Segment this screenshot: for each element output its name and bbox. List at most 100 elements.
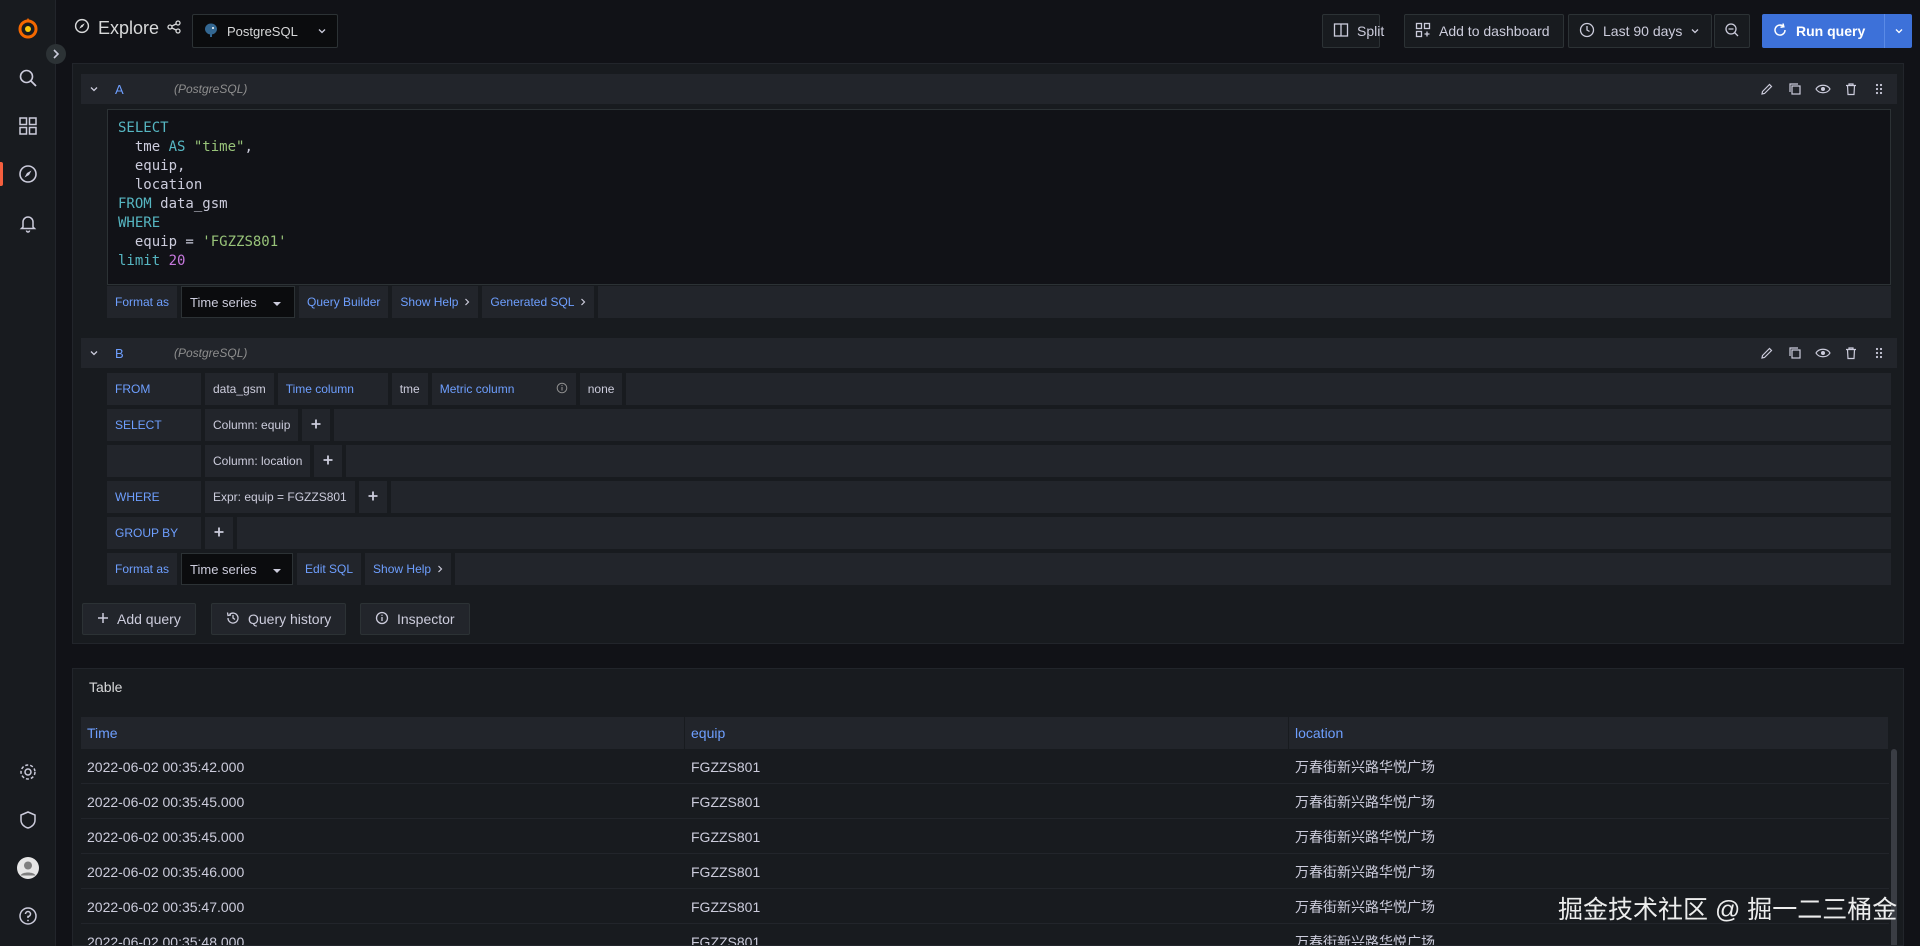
- alerting-bell-icon[interactable]: [16, 211, 40, 235]
- run-query-options-button[interactable]: [1884, 14, 1912, 48]
- user-avatar-icon[interactable]: [16, 856, 40, 880]
- where-expression[interactable]: Expr: equip = FGZZS801: [205, 481, 355, 513]
- watermark-text: 掘金技术社区 @ 掘一二三桶金: [1558, 896, 1898, 924]
- query-history-button[interactable]: Query history: [211, 603, 347, 635]
- table-row: 2022-06-02 00:35:42.000 FGZZS801 万春街新兴路华…: [81, 749, 1889, 784]
- apps-grid-icon: [1415, 22, 1431, 41]
- show-help-button[interactable]: Show Help: [392, 286, 479, 318]
- row-filler: [237, 517, 1891, 549]
- drag-handle-icon[interactable]: [1871, 81, 1887, 97]
- eye-icon[interactable]: [1815, 345, 1831, 361]
- table-cell: 万春街新兴路华悦广场: [1295, 863, 1435, 880]
- add-select-button[interactable]: [314, 445, 343, 477]
- query-b-actions: [1759, 345, 1887, 361]
- query-b-datasource: (PostgreSQL): [174, 346, 248, 360]
- format-as-label: Format as: [107, 286, 178, 318]
- trash-icon[interactable]: [1843, 345, 1859, 361]
- query-b-header[interactable]: B (PostgreSQL): [81, 338, 1897, 368]
- builder-row-from: FROM data_gsm Time column tme Metric col…: [107, 373, 1891, 405]
- caret-down-icon: [272, 295, 281, 310]
- select-column-equip[interactable]: Column: equip: [205, 409, 299, 441]
- from-table-value[interactable]: data_gsm: [205, 373, 274, 405]
- table-cell: 2022-06-02 00:35:45.000: [87, 793, 245, 810]
- chevron-down-icon: [317, 24, 327, 39]
- help-icon[interactable]: [16, 904, 40, 928]
- zoom-out-button[interactable]: [1714, 14, 1750, 48]
- duplicate-icon[interactable]: [1787, 345, 1803, 361]
- drag-handle-icon[interactable]: [1871, 345, 1887, 361]
- add-query-label: Add query: [117, 611, 181, 627]
- share-icon[interactable]: [167, 18, 181, 39]
- time-range-picker[interactable]: Last 90 days: [1568, 14, 1712, 48]
- query-a-options-row: Format as Time series Query Builder Show…: [107, 286, 1891, 318]
- add-to-dashboard-label: Add to dashboard: [1439, 23, 1550, 39]
- search-icon[interactable]: [16, 66, 40, 90]
- query-editor-area: A (PostgreSQL) SELECT tme AS "time", equ…: [72, 63, 1904, 644]
- table-cell: 万春街新兴路华悦广场: [1295, 933, 1435, 946]
- row-filler: [334, 409, 1891, 441]
- row-filler: [390, 481, 1891, 513]
- info-circle-icon[interactable]: [556, 382, 568, 397]
- table-cell: FGZZS801: [691, 828, 761, 845]
- column-header-location[interactable]: location: [1289, 717, 1889, 749]
- add-where-button[interactable]: [358, 481, 387, 513]
- trash-icon[interactable]: [1843, 81, 1859, 97]
- plus-icon: [97, 611, 109, 627]
- split-button[interactable]: Split: [1322, 14, 1384, 48]
- chevron-down-icon[interactable]: [89, 346, 99, 361]
- grafana-logo-icon[interactable]: [16, 16, 40, 40]
- table-cell: FGZZS801: [691, 863, 761, 880]
- chevron-right-icon: [464, 295, 470, 309]
- table-cell: 2022-06-02 00:35:47.000: [87, 898, 245, 915]
- add-group-by-button[interactable]: [205, 517, 233, 549]
- table-row: 2022-06-02 00:35:45.000 FGZZS801 万春街新兴路华…: [81, 819, 1889, 854]
- add-select-button[interactable]: [302, 409, 331, 441]
- table-cell: 2022-06-02 00:35:48.000: [87, 933, 245, 946]
- edit-pencil-icon[interactable]: [1759, 81, 1775, 97]
- shield-icon[interactable]: [16, 808, 40, 832]
- run-query-main[interactable]: Run query: [1762, 22, 1884, 41]
- add-to-dashboard-button[interactable]: Add to dashboard: [1404, 14, 1564, 48]
- format-as-select[interactable]: Time series: [181, 286, 296, 318]
- select-column-location[interactable]: Column: location: [205, 445, 311, 477]
- select-label: SELECT: [107, 409, 201, 441]
- format-as-select[interactable]: Time series: [181, 553, 294, 585]
- table-cell: 万春街新兴路华悦广场: [1295, 758, 1435, 775]
- inspector-button[interactable]: Inspector: [360, 603, 470, 635]
- edit-sql-button[interactable]: Edit SQL: [297, 553, 362, 585]
- generated-sql-button[interactable]: Generated SQL: [482, 286, 595, 318]
- edit-pencil-icon[interactable]: [1759, 345, 1775, 361]
- row-filler: [455, 553, 1891, 585]
- column-header-time[interactable]: Time: [81, 717, 685, 749]
- explore-compass-icon[interactable]: [16, 162, 40, 186]
- sql-code-editor[interactable]: SELECT tme AS "time", equip, location FR…: [107, 109, 1891, 285]
- sidebar-expand-button[interactable]: [46, 44, 66, 64]
- code-line: equip = 'FGZZS801': [118, 234, 287, 250]
- run-query-button[interactable]: Run query: [1762, 14, 1912, 48]
- sidebar: [0, 0, 66, 946]
- datasource-picker-label: PostgreSQL: [227, 23, 298, 39]
- code-line: tme AS "time",: [118, 139, 253, 155]
- chevron-down-icon: [1690, 23, 1700, 39]
- dashboards-icon[interactable]: [16, 114, 40, 138]
- table-cell: FGZZS801: [691, 758, 761, 775]
- table-cell: 2022-06-02 00:35:42.000: [87, 758, 245, 775]
- table-cell: FGZZS801: [691, 933, 761, 946]
- query-builder-button[interactable]: Query Builder: [299, 286, 389, 318]
- show-help-button[interactable]: Show Help: [365, 553, 452, 585]
- duplicate-icon[interactable]: [1787, 81, 1803, 97]
- settings-gear-icon[interactable]: [16, 760, 40, 784]
- query-a-header[interactable]: A (PostgreSQL): [81, 74, 1897, 104]
- time-range-label: Last 90 days: [1603, 23, 1683, 39]
- clock-icon: [1579, 22, 1595, 41]
- query-b-options-row: Format as Time series Edit SQL Show Help: [107, 553, 1891, 585]
- add-query-button[interactable]: Add query: [82, 603, 196, 635]
- eye-icon[interactable]: [1815, 81, 1831, 97]
- datasource-picker[interactable]: PostgreSQL: [192, 14, 338, 48]
- row-filler: [626, 373, 1891, 405]
- metric-column-label: Metric column: [431, 373, 576, 405]
- column-header-equip[interactable]: equip: [685, 717, 1289, 749]
- chevron-down-icon[interactable]: [89, 82, 99, 97]
- time-column-value[interactable]: tme: [391, 373, 428, 405]
- metric-column-value[interactable]: none: [579, 373, 623, 405]
